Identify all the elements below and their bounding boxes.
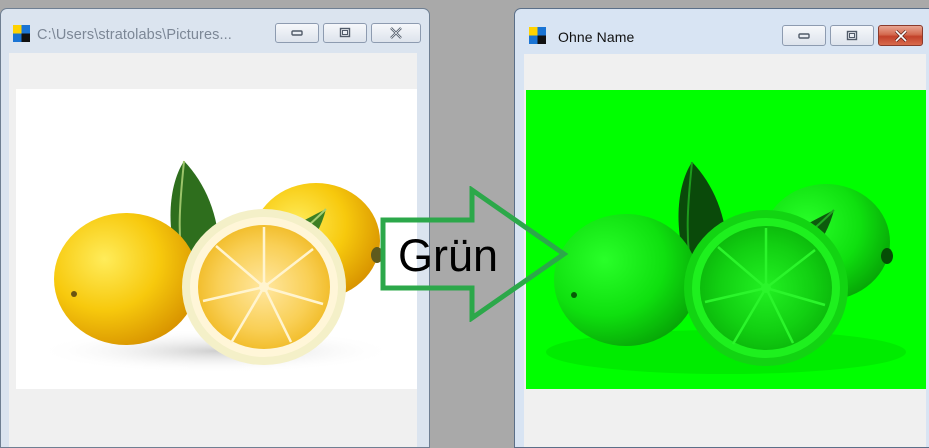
right-window-titlebar[interactable]: Ohne Name [515, 9, 929, 46]
left-window-titlebar[interactable]: C:\Users\stratolabs\Pictures... [1, 9, 429, 45]
maximize-icon [846, 30, 858, 40]
filtered-image [526, 90, 926, 389]
minimize-icon [798, 32, 810, 39]
maximize-button[interactable] [323, 23, 367, 43]
minimize-button[interactable] [275, 23, 319, 43]
filter-label: Grün [398, 230, 499, 281]
close-icon [390, 27, 402, 39]
close-button[interactable] [878, 25, 923, 46]
original-image [16, 89, 417, 389]
left-window: C:\Users\stratolabs\Pictures... [0, 8, 430, 448]
lemons-image [36, 160, 396, 373]
right-window: Ohne Name [514, 8, 929, 448]
app-icon [529, 27, 546, 44]
maximize-button[interactable] [830, 25, 874, 46]
close-button[interactable] [371, 23, 421, 43]
minimize-button[interactable] [782, 25, 826, 46]
app-icon [13, 25, 30, 42]
window-title: C:\Users\stratolabs\Pictures... [37, 27, 232, 43]
close-icon [894, 29, 907, 42]
left-client-area [9, 53, 417, 447]
maximize-icon [339, 27, 351, 38]
green-lemons-image [546, 161, 906, 374]
window-title: Ohne Name [558, 29, 635, 45]
minimize-icon [291, 30, 303, 36]
right-client-area [524, 54, 926, 447]
